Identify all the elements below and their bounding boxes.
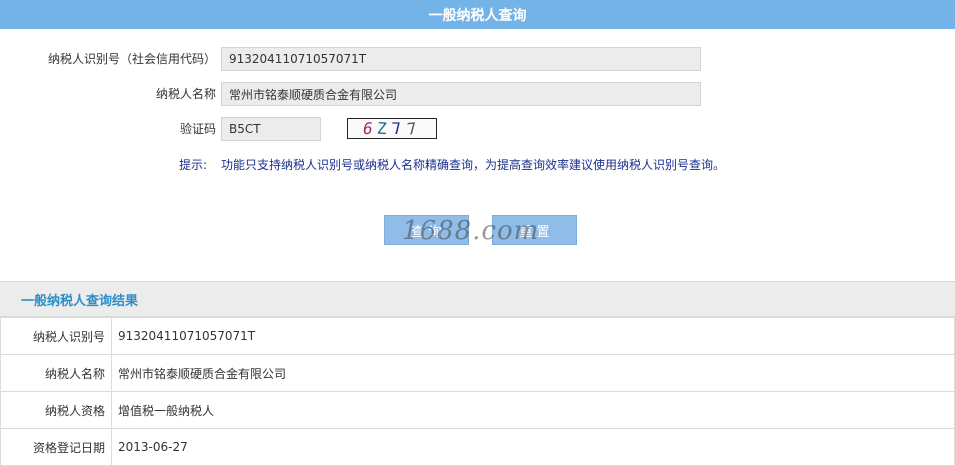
table-row: 资格登记日期 2013-06-27 bbox=[0, 428, 955, 466]
tip-text: 功能只支持纳税人识别号或纳税人名称精确查询，为提高查询效率建议使用纳税人识别号查… bbox=[221, 158, 726, 172]
page-title-bar: 一般纳税人查询 bbox=[0, 0, 955, 29]
taxpayer-name-label: 纳税人名称 bbox=[155, 87, 216, 101]
row-value: 91320411071057071T bbox=[111, 317, 955, 355]
captcha-input[interactable] bbox=[221, 117, 321, 141]
row-value: 2013-06-27 bbox=[111, 428, 955, 466]
tip-label: 提示: bbox=[179, 158, 208, 172]
table-row: 纳税人资格 增值税一般纳税人 bbox=[0, 391, 955, 429]
row-value: 常州市铭泰顺硬质合金有限公司 bbox=[111, 354, 955, 392]
result-table: 纳税人识别号 91320411071057071T 纳税人名称 常州市铭泰顺硬质… bbox=[0, 317, 955, 466]
captcha-image[interactable]: 6 Z 7 7 bbox=[347, 118, 437, 139]
captcha-label: 验证码 bbox=[179, 122, 216, 136]
taxpayer-name-input[interactable] bbox=[221, 82, 701, 106]
row-key: 资格登记日期 bbox=[0, 428, 112, 466]
row-value: 增值税一般纳税人 bbox=[111, 391, 955, 429]
taxpayer-id-label: 纳税人识别号（社会信用代码） bbox=[47, 52, 216, 66]
table-row: 纳税人识别号 91320411071057071T bbox=[0, 317, 955, 355]
row-key: 纳税人名称 bbox=[0, 354, 112, 392]
reset-button[interactable]: 重 置 bbox=[492, 215, 577, 245]
row-key: 纳税人识别号 bbox=[0, 317, 112, 355]
result-section-header: 一般纳税人查询结果 bbox=[0, 281, 955, 317]
taxpayer-id-input[interactable] bbox=[221, 47, 701, 71]
table-row: 纳税人名称 常州市铭泰顺硬质合金有限公司 bbox=[0, 354, 955, 392]
result-title: 一般纳税人查询结果 bbox=[21, 293, 139, 309]
query-button[interactable]: 查 询 bbox=[384, 215, 469, 245]
captcha-char: 7 bbox=[405, 118, 423, 139]
page-title: 一般纳税人查询 bbox=[428, 7, 527, 24]
row-key: 纳税人资格 bbox=[0, 391, 112, 429]
page: 一般纳税人查询 纳税人识别号（社会信用代码） 纳税人名称 验证码 6 Z 7 7… bbox=[0, 0, 955, 466]
